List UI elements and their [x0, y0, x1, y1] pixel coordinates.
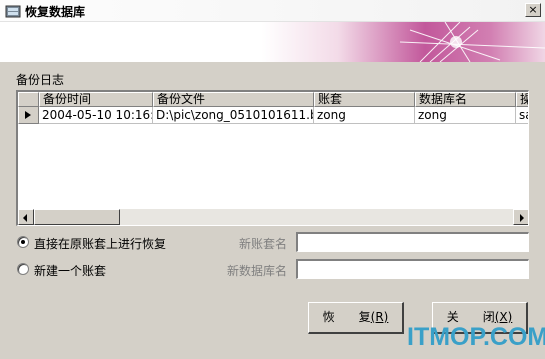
restore-button[interactable]: 恢 复(R) — [308, 302, 404, 334]
scroll-left-button[interactable] — [18, 209, 34, 225]
banner-art — [399, 22, 545, 62]
new-account-name-input[interactable] — [296, 232, 529, 252]
radio-selected-dot — [21, 240, 25, 244]
restore-original-label[interactable]: 直接在原账套上进行恢复 — [34, 235, 166, 252]
new-account-radio[interactable] — [17, 263, 29, 275]
cell-account[interactable]: zong — [314, 107, 415, 124]
arrow-right-icon — [520, 214, 524, 222]
close-button-label: 关 闭 — [446, 310, 495, 324]
grid-body: 备份时间 备份文件 账套 数据库名 操 2004-05-10 10:16:39 … — [18, 92, 528, 210]
close-icon: × — [528, 3, 538, 16]
backup-log-grid[interactable]: 备份时间 备份文件 账套 数据库名 操 2004-05-10 10:16:39 … — [16, 90, 529, 226]
horizontal-scrollbar[interactable] — [18, 209, 528, 225]
new-account-label[interactable]: 新建一个账套 — [34, 262, 106, 279]
cell-database-name[interactable]: zong — [415, 107, 516, 124]
column-header-backup-time[interactable]: 备份时间 — [39, 92, 153, 107]
close-window-button[interactable]: × — [525, 3, 541, 17]
title-bar: 恢复数据库 × — [0, 0, 545, 22]
new-account-name-label: 新账套名 — [239, 237, 288, 251]
restore-button-label: 恢 复 — [322, 310, 371, 324]
arrow-left-icon — [23, 214, 27, 222]
scroll-thumb[interactable] — [34, 209, 120, 225]
column-header-operator[interactable]: 操 — [516, 92, 528, 107]
column-header-backup-file[interactable]: 备份文件 — [153, 92, 314, 107]
cell-backup-time[interactable]: 2004-05-10 10:16:39 — [39, 107, 153, 124]
row-indicator[interactable] — [18, 107, 39, 124]
restore-database-dialog: 恢复数据库 × 备份日志 备份时间 备份文件 账套 数据库名 操 — [0, 0, 545, 359]
current-row-arrow-icon — [25, 111, 31, 119]
new-database-name-label: 新数据库名 — [227, 264, 288, 278]
database-icon — [5, 5, 21, 18]
cell-backup-file[interactable]: D:\pic\zong_0510101611.bak — [153, 107, 314, 124]
window-title: 恢复数据库 — [25, 5, 86, 19]
new-database-name-input[interactable] — [296, 259, 529, 279]
column-header-database-name[interactable]: 数据库名 — [415, 92, 516, 107]
backup-log-label: 备份日志 — [16, 73, 65, 87]
scroll-right-button[interactable] — [513, 209, 528, 225]
cell-operator[interactable]: sa — [516, 107, 528, 124]
column-header-account[interactable]: 账套 — [314, 92, 415, 107]
watermark: ITMOP.COM — [407, 323, 545, 351]
header-corner — [18, 92, 39, 107]
restore-original-radio[interactable] — [17, 236, 29, 248]
header-banner — [0, 22, 545, 62]
close-accelerator: (X) — [494, 310, 513, 324]
restore-accelerator: (R) — [370, 310, 389, 324]
